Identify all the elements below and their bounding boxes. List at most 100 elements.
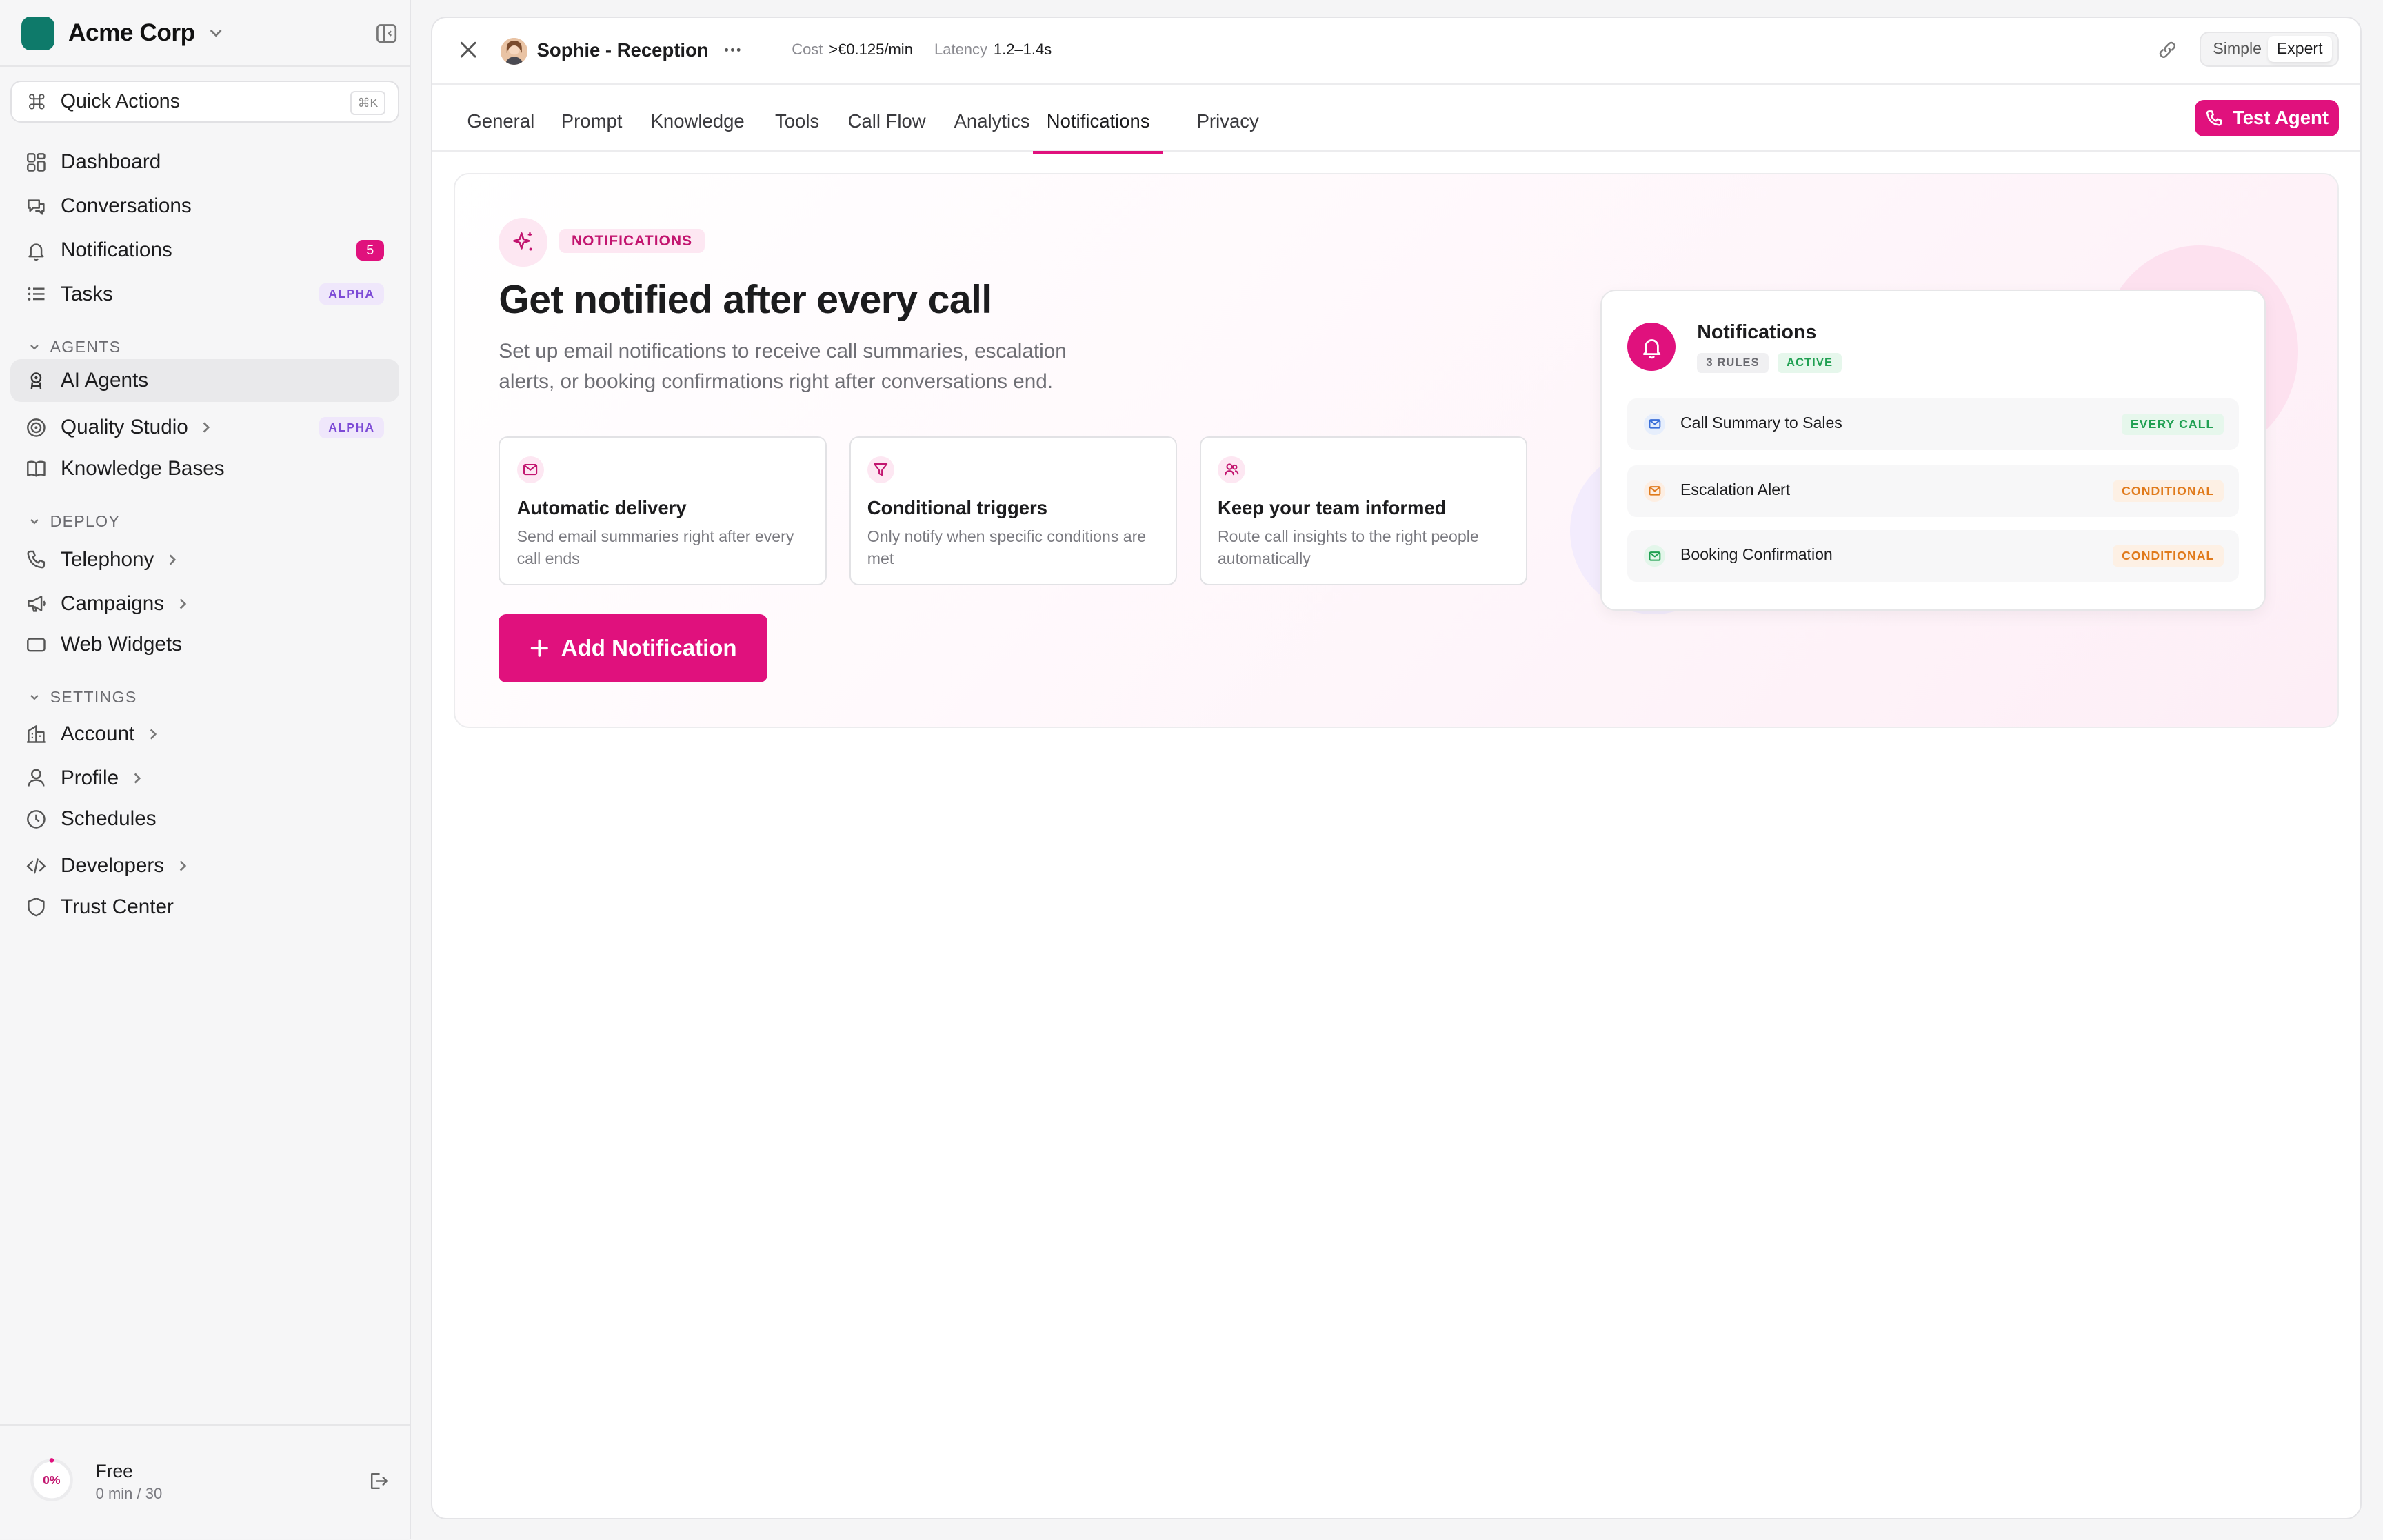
workspace-logo [21, 17, 55, 50]
sidebar-item-ai-agents[interactable]: AI Agents [10, 359, 399, 402]
chevron-down-icon [30, 518, 39, 525]
sidebar-item-developers[interactable]: Developers [10, 844, 399, 887]
test-agent-button[interactable]: Test Agent [2195, 99, 2340, 136]
tab-general[interactable]: General [467, 110, 534, 150]
cost-label: Cost [792, 41, 823, 59]
bell-icon [1627, 322, 1676, 372]
sidebar-item-account[interactable]: Account [10, 713, 399, 756]
rule-trigger-badge: EVERY CALL [2121, 413, 2224, 435]
sidebar-toggle-icon[interactable] [374, 21, 399, 45]
rule-name: Call Summary to Sales [1680, 413, 1842, 432]
usage-minutes: 0 min / 30 [95, 1484, 163, 1502]
sidebar-item-campaigns[interactable]: Campaigns [10, 582, 399, 625]
agent-editor-panel: Sophie - Reception Cost >€0.125/min Laten… [430, 17, 2362, 1520]
feature-description: Route call insights to the right people … [1217, 527, 1479, 567]
command-icon [29, 94, 45, 110]
sidebar-item-label: Dashboard [60, 150, 161, 174]
chevron-right-icon [165, 552, 180, 567]
clock-icon [26, 809, 47, 830]
sidebar-item-conversations[interactable]: Conversations [10, 185, 399, 227]
tab-prompt[interactable]: Prompt [561, 110, 623, 150]
section-heading: DEPLOY [50, 512, 121, 531]
sidebar-item-schedules[interactable]: Schedules [10, 798, 399, 840]
sidebar: Acme Corp Quick Actions ⌘K Dashboard Con… [0, 0, 412, 1539]
chevron-right-icon [199, 420, 214, 435]
alpha-badge: ALPHA [319, 416, 384, 438]
sidebar-item-web-widgets[interactable]: Web Widgets [10, 623, 399, 666]
link-icon[interactable] [2157, 39, 2178, 61]
sidebar-item-trust-center[interactable]: Trust Center [10, 886, 399, 929]
sidebar-item-profile[interactable]: Profile [10, 757, 399, 800]
more-options-icon[interactable] [722, 39, 743, 61]
workspace-name: Acme Corp [68, 19, 195, 47]
sidebar-item-label: Developers [60, 854, 165, 878]
notifications-preview-card: Notifications 3 RULES ACTIVE Call Summar… [1600, 289, 2266, 611]
divider [0, 65, 410, 67]
plan-name: Free [95, 1460, 133, 1481]
sidebar-item-tasks[interactable]: Tasks ALPHA [10, 273, 399, 316]
alpha-badge: ALPHA [319, 283, 384, 305]
rule-row: Booking Confirmation CONDITIONAL [1627, 530, 2239, 582]
add-notification-button[interactable]: Add Notification [499, 614, 767, 682]
sidebar-item-dashboard[interactable]: Dashboard [10, 141, 399, 184]
section-toggle-agents[interactable]: AGENTS [28, 336, 121, 358]
status-badge: ACTIVE [1777, 352, 1842, 373]
cost-meta: Cost >€0.125/min [792, 41, 913, 59]
phone-icon [2206, 110, 2222, 126]
sidebar-item-label: Notifications [60, 238, 172, 261]
logout-icon[interactable] [367, 1470, 390, 1492]
rule-row: Escalation Alert CONDITIONAL [1627, 465, 2239, 517]
shortcut-hint: ⌘K [350, 90, 385, 115]
sidebar-item-knowledge-bases[interactable]: Knowledge Bases [10, 447, 399, 490]
sidebar-item-label: Quality Studio [60, 416, 188, 439]
chevron-right-icon [145, 727, 161, 742]
preview-title: Notifications [1697, 321, 1817, 343]
shield-icon [26, 896, 47, 918]
section-heading: AGENTS [50, 338, 121, 356]
list-icon [26, 283, 47, 305]
tab-call-flow[interactable]: Call Flow [848, 110, 926, 150]
sidebar-item-label: AI Agents [60, 369, 149, 392]
rule-row: Call Summary to Sales EVERY CALL [1627, 398, 2239, 450]
sidebar-item-telephony[interactable]: Telephony [10, 538, 399, 581]
section-toggle-settings[interactable]: SETTINGS [28, 687, 137, 709]
notifications-empty-state: NOTIFICATIONS Get notified after every c… [453, 172, 2340, 728]
phone-icon [26, 549, 47, 570]
usage-percent: 0% [43, 1473, 61, 1488]
sidebar-item-label: Telephony [60, 547, 154, 571]
tab-tools[interactable]: Tools [775, 110, 819, 150]
user-icon [26, 767, 47, 789]
tab-analytics[interactable]: Analytics [954, 110, 1030, 150]
plus-icon [530, 639, 548, 657]
feature-description: Send email summaries right after every c… [516, 527, 794, 567]
close-icon[interactable] [459, 41, 477, 59]
sparkles-icon [499, 218, 547, 267]
sidebar-item-label: Profile [60, 766, 119, 789]
sidebar-item-label: Account [60, 722, 135, 745]
tab-notifications[interactable]: Notifications [1033, 110, 1164, 154]
mode-toggle[interactable]: Simple Expert [2199, 31, 2340, 67]
latency-label: Latency [934, 41, 988, 59]
chevron-down-icon [30, 344, 39, 350]
quick-actions-label: Quick Actions [60, 90, 181, 112]
agent-tabs: General Prompt Knowledge Tools Call Flow… [432, 83, 2361, 154]
section-heading: SETTINGS [50, 688, 137, 707]
page-title: Get notified after every call [499, 278, 992, 323]
quick-actions-button[interactable]: Quick Actions ⌘K [10, 80, 399, 123]
tab-privacy[interactable]: Privacy [1197, 110, 1259, 150]
mode-simple[interactable]: Simple [2204, 36, 2271, 61]
workspace-switcher[interactable]: Acme Corp [21, 15, 225, 52]
sidebar-item-label: Knowledge Bases [60, 456, 225, 480]
sidebar-item-label: Campaigns [60, 591, 165, 615]
book-icon [26, 458, 47, 479]
latency-value: 1.2–1.4s [993, 41, 1052, 59]
tab-knowledge[interactable]: Knowledge [651, 110, 745, 150]
section-toggle-deploy[interactable]: DEPLOY [28, 511, 121, 532]
feature-card: Conditional triggers Only notify when sp… [849, 436, 1177, 585]
mode-expert[interactable]: Expert [2267, 36, 2332, 62]
sidebar-item-quality-studio[interactable]: Quality Studio ALPHA [10, 407, 399, 449]
chevron-down-icon [30, 695, 39, 700]
cost-value: >€0.125/min [829, 41, 913, 59]
sidebar-item-notifications[interactable]: Notifications 5 [10, 229, 399, 272]
feature-title: Conditional triggers [867, 496, 1048, 518]
